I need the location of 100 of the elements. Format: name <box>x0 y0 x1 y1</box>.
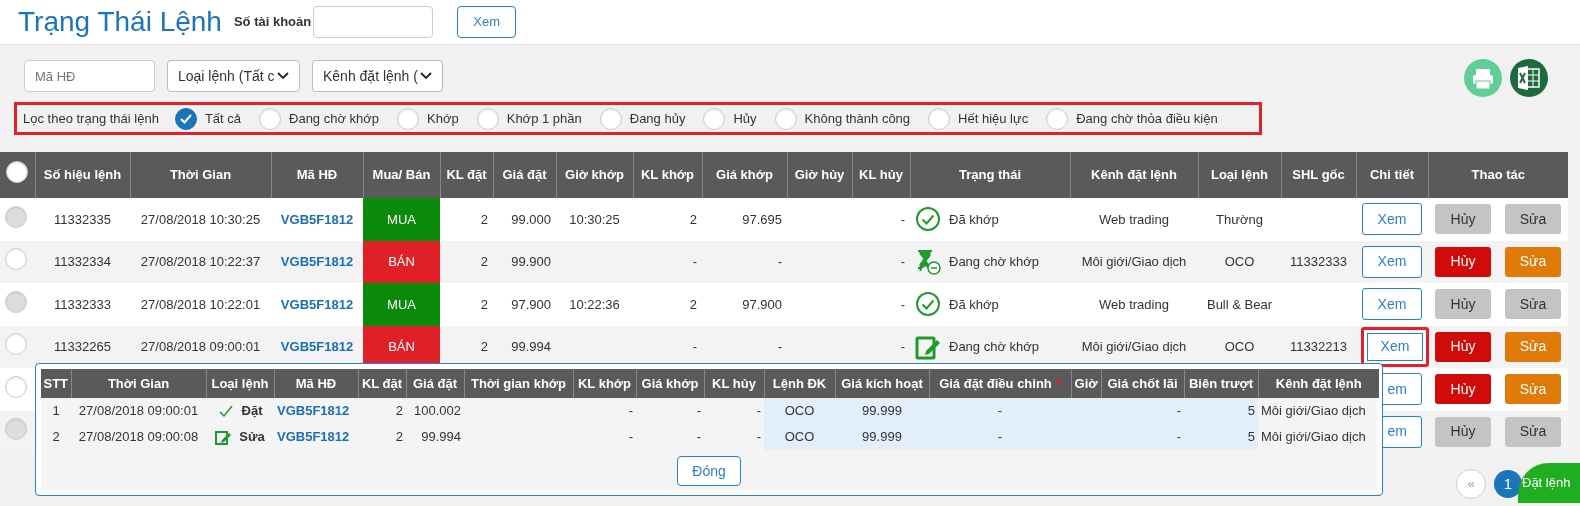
table-cell: 1 <box>52 403 60 419</box>
radio-label[interactable]: Hủy <box>733 108 757 129</box>
table-cell: 10:22:36 <box>569 296 620 312</box>
dropdown[interactable]: Kênh đặt lệnh ( <box>312 60 443 92</box>
column-header: Giá khớp <box>716 167 773 183</box>
table-cell: 27/08/2018 10:22:01 <box>140 296 261 312</box>
table-cell: 2 <box>480 254 488 269</box>
table-cell: 27/08/2018 09:00:01 <box>140 339 261 354</box>
column-header: Giờ khớp <box>565 167 624 183</box>
column-header: Giá đặt <box>502 167 547 183</box>
table-cell: 99.999 <box>862 403 902 419</box>
table-cell: 99.900 <box>511 254 551 269</box>
column-header: Thao tác <box>1471 167 1525 183</box>
table-cell: Web trading <box>1099 211 1169 227</box>
radio-label[interactable]: Đang hủy <box>629 108 686 129</box>
table-cell: 2 <box>689 211 697 227</box>
select-all-radio[interactable] <box>6 161 29 184</box>
table-cell: 11332213 <box>1290 339 1347 354</box>
table-cell: 11332334 <box>54 254 111 269</box>
table-cell: 2 <box>52 429 60 445</box>
table-cell: - <box>692 254 697 269</box>
radio-label[interactable]: Khớp <box>427 108 459 129</box>
cancel-button[interactable]: Hủy <box>1435 246 1491 277</box>
column-header: Giá kích hoạt <box>841 375 923 391</box>
close-button[interactable]: Đóng <box>677 456 741 486</box>
column-header: KL đặt <box>361 375 403 391</box>
order-type: Sửa <box>239 428 265 447</box>
account-field[interactable] <box>313 6 434 38</box>
table-cell: 2 <box>480 296 488 312</box>
table-cell: - <box>756 403 761 419</box>
contract-link[interactable]: VGB5F1812 <box>280 254 354 269</box>
contract-link[interactable]: VGB5F1812 <box>277 429 350 445</box>
printer-icon[interactable] <box>1464 59 1502 97</box>
table-cell: OCO <box>1224 254 1255 269</box>
side-cell: MUA <box>363 198 440 241</box>
page-button[interactable]: 1 <box>1494 470 1522 498</box>
table-cell: 10:30:25 <box>569 211 620 227</box>
column-header: Giá khớp <box>641 375 699 391</box>
table-cell: 11332333 <box>54 296 111 312</box>
table-cell: - <box>628 403 633 419</box>
table-cell: - <box>997 429 1003 445</box>
column-header: Mã HĐ <box>295 375 337 391</box>
column-header: Thời Gian <box>169 167 232 183</box>
table-cell: 97.695 <box>742 211 782 227</box>
order-type: Đặt <box>241 402 263 421</box>
column-header: KL khớp <box>640 167 695 183</box>
column-header: Mua/ Bán <box>372 167 431 183</box>
table-cell: Bull & Bear <box>1206 296 1272 312</box>
column-header: Kênh đặt lệnh <box>1091 167 1177 183</box>
radio-label[interactable]: Đang chờ khớp <box>289 108 380 129</box>
table-cell: - <box>1176 429 1181 445</box>
radio-label[interactable]: Khớp 1 phần <box>506 108 582 129</box>
column-header: KL đặt <box>446 167 487 183</box>
table-cell: 27/08/2018 09:00:01 <box>78 403 199 419</box>
table-cell: 2 <box>395 403 403 419</box>
view-button[interactable]: Xem <box>457 6 517 38</box>
table-cell: Web trading <box>1099 296 1169 312</box>
column-header: Loại lệnh <box>211 375 269 391</box>
cancel-button[interactable]: Hủy <box>1435 331 1491 362</box>
side-cell: BÁN <box>363 240 440 283</box>
column-header: Lệnh ĐK <box>772 375 827 391</box>
table-cell: 2 <box>689 296 697 312</box>
table-cell: - <box>777 339 782 354</box>
table-cell: 27/08/2018 10:30:25 <box>140 211 261 227</box>
radio-button[interactable] <box>174 107 197 130</box>
edit-button[interactable]: Sửa <box>1505 246 1561 277</box>
table-cell: - <box>1176 403 1181 419</box>
radio-label[interactable]: Hết hiệu lực <box>958 108 1029 129</box>
place-order-button[interactable]: Đặt lệnh <box>1518 463 1580 503</box>
table-cell: OCO <box>784 429 815 445</box>
chevron-icon <box>276 72 289 80</box>
radio-label[interactable]: Đang chờ thỏa điều kiện <box>1076 108 1218 129</box>
column-header: Chi tiết <box>1369 167 1415 183</box>
dropdown[interactable]: Loại lệnh (Tất c <box>167 60 300 92</box>
column-header: Mã HĐ <box>296 167 338 183</box>
cancel-button[interactable]: Hủy <box>1435 374 1491 405</box>
edit-button[interactable]: Sửa <box>1505 331 1561 362</box>
contract-field[interactable]: Mã HĐ <box>24 60 155 92</box>
spreadsheet-icon[interactable] <box>1510 59 1548 97</box>
view-button[interactable]: Xem <box>1361 326 1429 367</box>
contract-link[interactable]: VGB5F1812 <box>280 339 354 354</box>
table-cell: Môi giới/Giao dịch <box>1081 339 1187 354</box>
view-button[interactable]: Xem <box>1362 245 1422 278</box>
table-cell: - <box>696 403 701 419</box>
status-text: Đang chờ khớp <box>949 253 1040 271</box>
radio-label[interactable]: Không thành công <box>804 108 911 129</box>
table-cell: 27/08/2018 09:00:08 <box>78 429 199 445</box>
table-cell: 2 <box>480 211 488 227</box>
check-icon <box>179 113 192 124</box>
field-label: Số tài khoản <box>233 13 312 32</box>
contract-link[interactable]: VGB5F1812 <box>277 403 350 419</box>
edit-button[interactable]: Sửa <box>1505 374 1561 405</box>
previous-page-button[interactable]: « <box>1456 469 1486 499</box>
column-header: Kênh đặt lệnh <box>1275 375 1362 391</box>
radio-label[interactable]: Tất cả <box>204 108 241 129</box>
table-cell: - <box>997 403 1003 419</box>
table-cell: 100.002 <box>414 403 461 419</box>
table-cell: - <box>900 254 905 269</box>
column-header: KL hủy <box>859 167 903 183</box>
column-header: Loại lệnh <box>1210 167 1269 183</box>
